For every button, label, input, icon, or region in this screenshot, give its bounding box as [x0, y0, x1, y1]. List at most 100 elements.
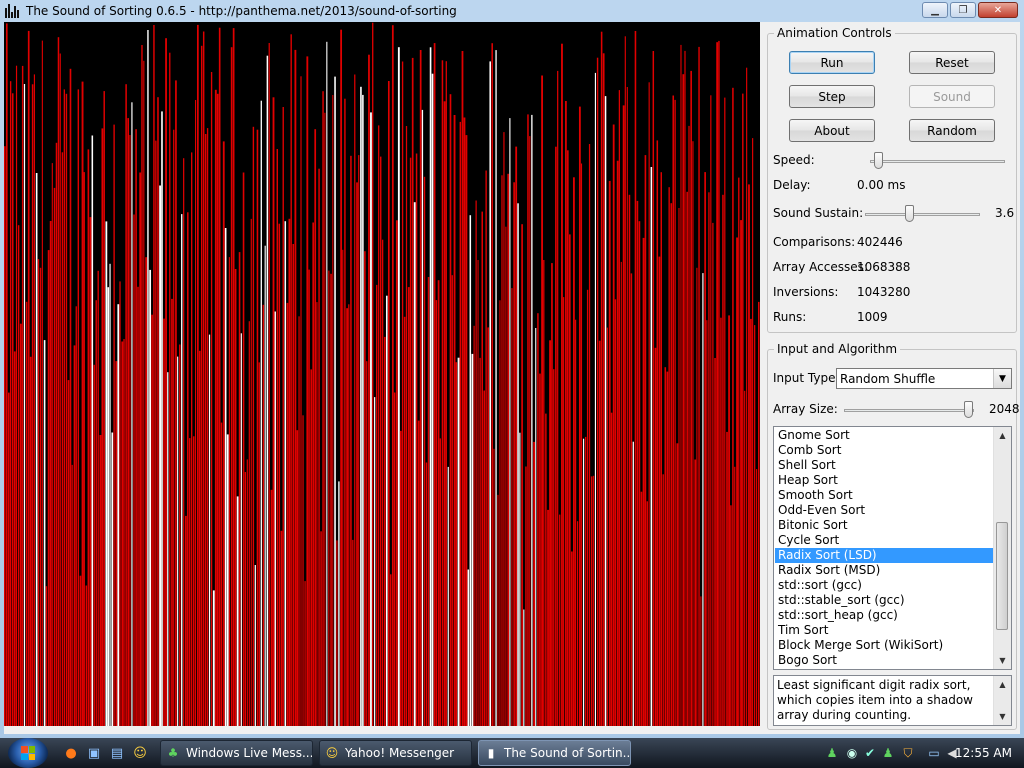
- yahoo-quicklaunch-icon[interactable]: ☺: [131, 744, 149, 762]
- close-button[interactable]: ✕: [978, 2, 1018, 18]
- task-sound-of-sorting[interactable]: ▮ The Sound of Sortin...: [478, 740, 631, 766]
- network-activity-icon[interactable]: ◉: [844, 745, 860, 761]
- about-button[interactable]: About: [789, 119, 875, 142]
- array-bar: [135, 129, 137, 726]
- array-size-slider-thumb[interactable]: [964, 401, 973, 418]
- array-bar: [423, 176, 426, 726]
- scroll-down-icon[interactable]: ▼: [994, 652, 1011, 669]
- messenger-buddy-icon[interactable]: ♟: [880, 745, 896, 761]
- array-bar: [350, 155, 352, 726]
- array-bar: [724, 97, 726, 726]
- array-bar: [89, 217, 92, 726]
- array-bar: [87, 149, 90, 726]
- array-bar: [97, 270, 99, 726]
- array-bar: [531, 114, 533, 726]
- switch-windows-icon[interactable]: ▤: [108, 744, 126, 762]
- maximize-button[interactable]: ❐: [950, 2, 976, 18]
- show-desktop-icon[interactable]: ▣: [85, 744, 103, 762]
- sound-button[interactable]: Sound: [909, 85, 995, 108]
- input-type-select[interactable]: Random Shuffle ▼: [836, 368, 1012, 389]
- array-bar: [586, 289, 589, 726]
- array-bar: [477, 260, 479, 726]
- algorithm-list-item[interactable]: Bogo Sort: [775, 653, 993, 668]
- minimize-button[interactable]: ▁: [922, 2, 948, 18]
- array-size-slider[interactable]: [844, 400, 974, 420]
- array-bar: [551, 263, 553, 726]
- start-button[interactable]: [8, 738, 48, 768]
- sustain-slider[interactable]: [865, 204, 980, 224]
- scrollbar-thumb[interactable]: [996, 522, 1008, 630]
- title-bar[interactable]: The Sound of Sorting 0.6.5 - http://pant…: [0, 0, 1024, 21]
- algorithm-list-item[interactable]: Smooth Sort: [775, 488, 993, 503]
- array-bar: [121, 341, 124, 726]
- array-bar: [654, 347, 657, 726]
- chevron-down-icon[interactable]: ▼: [993, 369, 1011, 388]
- algorithm-list-item[interactable]: Block Merge Sort (WikiSort): [775, 638, 993, 653]
- scroll-down-icon[interactable]: ▼: [994, 708, 1011, 725]
- array-bar: [314, 129, 317, 726]
- firefox-icon[interactable]: ●: [62, 744, 80, 762]
- array-bar: [360, 86, 362, 726]
- array-bar: [734, 466, 736, 726]
- description-scrollbar[interactable]: ▲ ▼: [993, 676, 1011, 725]
- algorithm-list-item[interactable]: Radix Sort (LSD): [775, 548, 993, 563]
- algorithm-list-item[interactable]: Cycle Sort: [775, 533, 993, 548]
- reset-button[interactable]: Reset: [909, 51, 995, 74]
- speed-slider[interactable]: [870, 151, 1005, 171]
- array-bar: [282, 107, 284, 726]
- clock[interactable]: 12:55 AM: [955, 746, 1012, 760]
- array-bar: [511, 288, 513, 726]
- array-bar: [294, 49, 297, 726]
- array-bar: [606, 327, 608, 726]
- array-bar: [634, 31, 637, 726]
- step-button[interactable]: Step: [789, 85, 875, 108]
- array-bar: [376, 284, 378, 726]
- messenger-status-icon[interactable]: ♟: [824, 745, 840, 761]
- array-bar: [35, 173, 38, 726]
- algorithm-list-item[interactable]: Shell Sort: [775, 458, 993, 473]
- array-bar: [690, 70, 692, 726]
- array-bar: [133, 214, 135, 726]
- array-bar: [29, 356, 32, 726]
- array-bar: [588, 144, 591, 726]
- task-yahoo-messenger[interactable]: ☺ Yahoo! Messenger: [319, 740, 472, 766]
- array-bar: [194, 100, 197, 726]
- sustain-slider-thumb[interactable]: [905, 205, 914, 222]
- scroll-up-icon[interactable]: ▲: [994, 427, 1011, 444]
- algorithm-list-scrollbar[interactable]: ▲ ▼: [993, 427, 1011, 669]
- array-bar: [171, 298, 173, 726]
- array-bar: [415, 153, 418, 726]
- array-bar: [5, 23, 8, 726]
- algorithm-list[interactable]: Gnome Sort Comb Sort Shell Sort Heap Sort Sm…: [773, 426, 1012, 670]
- security-shield-icon[interactable]: ⛉: [900, 745, 916, 761]
- algorithm-list-item[interactable]: std::sort (gcc): [775, 578, 993, 593]
- algorithm-list-item[interactable]: Bitonic Sort: [775, 518, 993, 533]
- array-bar: [326, 41, 328, 726]
- algorithm-list-item[interactable]: Radix Sort (MSD): [775, 563, 993, 578]
- array-bar: [750, 318, 752, 726]
- algorithm-list-item[interactable]: std::sort_heap (gcc): [775, 608, 993, 623]
- algorithm-list-item[interactable]: Comb Sort: [775, 443, 993, 458]
- array-bar: [340, 29, 343, 726]
- array-bar: [467, 569, 470, 726]
- algorithm-list-item[interactable]: Heap Sort: [775, 473, 993, 488]
- random-button[interactable]: Random: [909, 119, 995, 142]
- scroll-up-icon[interactable]: ▲: [994, 676, 1011, 693]
- array-bar: [65, 93, 68, 726]
- array-bar: [604, 96, 607, 726]
- algorithm-list-item[interactable]: Gnome Sort: [775, 428, 993, 443]
- sorting-visualization[interactable]: [4, 22, 760, 726]
- algorithm-list-item[interactable]: Tim Sort: [775, 623, 993, 638]
- run-button[interactable]: Run: [789, 51, 875, 74]
- array-bar: [47, 250, 50, 726]
- antivirus-icon[interactable]: ✔: [862, 745, 878, 761]
- array-bar: [202, 31, 205, 726]
- array-bar: [196, 24, 199, 726]
- network-icon[interactable]: ▭: [926, 745, 942, 761]
- array-bar: [107, 287, 110, 726]
- array-bar: [198, 350, 201, 726]
- algorithm-list-item[interactable]: std::stable_sort (gcc): [775, 593, 993, 608]
- algorithm-list-item[interactable]: Odd-Even Sort: [775, 503, 993, 518]
- task-windows-live-messenger[interactable]: ♣ Windows Live Mess...: [160, 740, 313, 766]
- speed-slider-thumb[interactable]: [874, 152, 883, 169]
